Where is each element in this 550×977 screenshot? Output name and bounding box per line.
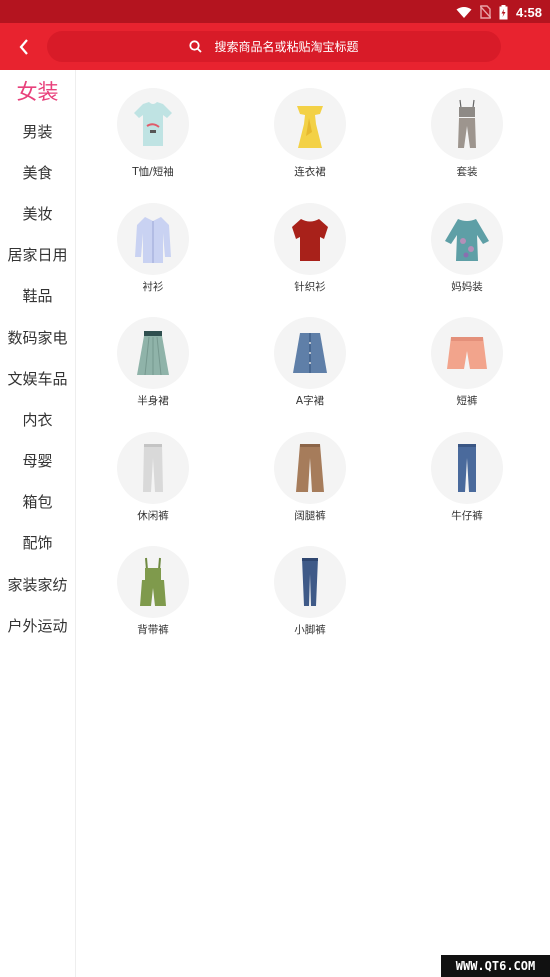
- category-label: 短裤: [456, 395, 478, 407]
- category-image: [274, 432, 346, 504]
- sidebar-item-food[interactable]: 美食: [0, 162, 75, 183]
- sidebar-item-entertainment[interactable]: 文娱车品: [0, 368, 75, 389]
- top-app-bar: 搜索商品名或粘贴淘宝标题: [0, 23, 550, 70]
- category-tshirt[interactable]: T恤/短袖: [93, 88, 213, 188]
- battery-icon: [499, 4, 508, 19]
- overalls-icon: [140, 557, 166, 606]
- mom-blouse-icon: [445, 219, 489, 261]
- outfit-set-icon: [458, 99, 476, 148]
- skirt-icon: [137, 331, 169, 376]
- category-image: [274, 317, 346, 389]
- chevron-left-icon: [19, 39, 28, 55]
- status-bar: 4:58: [0, 0, 550, 23]
- category-set[interactable]: 套装: [407, 88, 527, 188]
- category-label: 阔腿裤: [294, 510, 326, 522]
- a-line-skirt-icon: [293, 333, 327, 373]
- sidebar-item-women[interactable]: 女装: [0, 76, 75, 106]
- category-knitwear[interactable]: 针织衫: [250, 203, 370, 303]
- watermark: WWW.QT6.COM: [441, 955, 550, 977]
- category-image: [117, 432, 189, 504]
- sidebar-item-beauty[interactable]: 美妆: [0, 203, 75, 224]
- knit-sweater-icon: [292, 219, 328, 261]
- wide-leg-pants-icon: [296, 444, 324, 492]
- category-skinny-pants[interactable]: 小脚裤: [250, 546, 370, 646]
- category-image: [431, 203, 503, 275]
- category-image: [274, 88, 346, 160]
- category-image: [117, 546, 189, 618]
- no-sim-icon: [479, 5, 491, 19]
- status-time: 4:58: [515, 4, 542, 20]
- category-label: A字裙: [295, 395, 325, 407]
- category-label: 针织衫: [294, 281, 326, 293]
- category-jeans[interactable]: 牛仔裤: [407, 432, 527, 532]
- sidebar-item-home-textile[interactable]: 家装家纺: [0, 574, 75, 595]
- dress-icon: [297, 106, 323, 148]
- category-label: 休闲裤: [137, 510, 169, 522]
- sidebar-item-accessories[interactable]: 配饰: [0, 532, 75, 553]
- category-label: T恤/短袖: [132, 166, 174, 178]
- sidebar-item-home[interactable]: 居家日用: [0, 244, 75, 265]
- category-sidebar: 女装 男装 美食 美妆 居家日用 鞋品 数码家电 文娱车品 内衣 母婴 箱包 配…: [0, 70, 76, 977]
- sidebar-item-outdoor[interactable]: 户外运动: [0, 615, 75, 636]
- search-placeholder: 搜索商品名或粘贴淘宝标题: [214, 40, 359, 54]
- category-overalls[interactable]: 背带裤: [93, 546, 213, 646]
- search-icon: [189, 40, 203, 53]
- category-label: 妈妈装: [451, 281, 483, 293]
- search-bar[interactable]: 搜索商品名或粘贴淘宝标题: [47, 31, 501, 62]
- category-image: [431, 432, 503, 504]
- sidebar-item-shoes[interactable]: 鞋品: [0, 285, 75, 306]
- category-label: 连衣裙: [294, 166, 326, 178]
- shorts-icon: [447, 337, 487, 369]
- back-button[interactable]: [12, 33, 36, 61]
- category-image: [274, 203, 346, 275]
- sidebar-item-bags[interactable]: 箱包: [0, 491, 75, 512]
- category-label: 背带裤: [137, 624, 169, 636]
- category-image: [431, 88, 503, 160]
- category-image: [274, 546, 346, 618]
- category-image: [117, 203, 189, 275]
- category-casual-pants[interactable]: 休闲裤: [93, 432, 213, 532]
- sidebar-item-digital[interactable]: 数码家电: [0, 327, 75, 348]
- category-image: [117, 317, 189, 389]
- tshirt-icon: [134, 102, 172, 146]
- skinny-pants-icon: [302, 558, 318, 606]
- jeans-icon: [458, 444, 476, 492]
- category-skirt[interactable]: 半身裙: [93, 317, 213, 417]
- casual-pants-icon: [143, 444, 163, 492]
- sidebar-item-baby[interactable]: 母婴: [0, 450, 75, 471]
- category-a-line-skirt[interactable]: A字裙: [250, 317, 370, 417]
- subcategory-grid: T恤/短袖 连衣裙 套装 衬衫 针织衫 妈妈装 半身裙 A字裙 短裤 休闲裤 阔…: [76, 70, 550, 977]
- category-image: [117, 88, 189, 160]
- category-label: 套装: [456, 166, 478, 178]
- shirt-icon: [135, 217, 171, 263]
- category-image: [431, 317, 503, 389]
- category-wide-leg-pants[interactable]: 阔腿裤: [250, 432, 370, 532]
- category-label: 小脚裤: [294, 624, 326, 636]
- category-dress[interactable]: 连衣裙: [250, 88, 370, 188]
- category-shorts[interactable]: 短裤: [407, 317, 527, 417]
- wifi-icon: [456, 6, 472, 18]
- category-label: 半身裙: [137, 395, 169, 407]
- category-label: 衬衫: [142, 281, 164, 293]
- category-mom-wear[interactable]: 妈妈装: [407, 203, 527, 303]
- category-shirt[interactable]: 衬衫: [93, 203, 213, 303]
- sidebar-item-men[interactable]: 男装: [0, 121, 75, 142]
- sidebar-item-underwear[interactable]: 内衣: [0, 409, 75, 430]
- status-icons: 4:58: [456, 3, 542, 21]
- category-label: 牛仔裤: [451, 510, 483, 522]
